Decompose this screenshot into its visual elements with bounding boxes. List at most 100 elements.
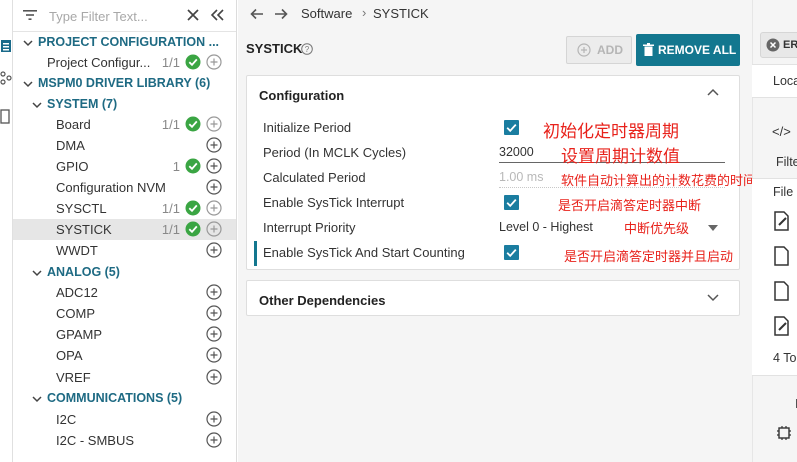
tree-group-label: MSPM0 DRIVER LIBRARY (6) [38,76,211,90]
file-icon[interactable] [774,246,790,266]
tree-item-adc12[interactable]: ADC12 [13,282,236,303]
help-icon[interactable]: ? [301,43,313,55]
chevron-down-icon [32,396,42,403]
trash-icon [643,43,654,56]
add-circle-icon[interactable] [206,116,222,132]
active-row-marker [254,241,257,266]
tree-group-label: SYSTEM (7) [47,97,118,111]
file-icon[interactable] [774,281,790,301]
add-circle-icon[interactable] [206,305,222,321]
tree-group-label: ANALOG (5) [47,265,120,279]
breadcrumb: Software › SYSTICK [238,0,752,28]
tree-group-communications[interactable]: COMMUNICATIONS (5) [13,388,236,409]
tree-item-dma[interactable]: DMA [13,135,236,156]
breadcrumb-software[interactable]: Software [301,6,352,21]
back-arrow-icon[interactable] [249,6,265,22]
initialize-period-checkbox[interactable] [504,120,519,135]
tree-item-i2c-smbus[interactable]: I2C - SMBUS [13,430,236,451]
item-count: 1/1 [161,222,180,237]
remove-all-button[interactable]: REMOVE ALL [636,34,740,66]
tree-item-label: SYSTICK [56,222,112,237]
collapse-sidebar-icon[interactable] [209,8,225,22]
annotation-enable-interrupt: 是否开启滴答定时器中断 [558,199,702,214]
tree-group-system[interactable]: SYSTEM (7) [13,94,236,115]
tree-item-comp[interactable]: COMP [13,303,236,324]
error-badge-label: ER [783,39,797,51]
close-icon[interactable] [186,8,200,22]
add-circle-icon[interactable] [206,432,222,448]
chevron-down-icon [32,270,42,277]
tree-item-vref[interactable]: VREF [13,367,236,388]
add-circle-icon[interactable] [206,158,222,174]
tree-item-project-configuration[interactable]: Project Configur... 1/1 [13,52,236,73]
main-panel: Software › SYSTICK SYSTICK ? ADD REMOVE … [238,0,756,462]
tree-item-systick[interactable]: SYSTICK 1/1 [13,219,236,240]
add-circle-icon[interactable] [206,326,222,342]
tree-item-sysctl[interactable]: SYSCTL 1/1 [13,198,236,219]
tree-item-i2c[interactable]: I2C [13,409,236,430]
tree-group-label: PROJECT CONFIGURATION ... [38,35,220,49]
checkmark-icon [506,198,517,208]
add-circle-icon[interactable] [206,284,222,300]
edit-file-icon[interactable] [774,316,790,336]
tree-item-label: COMP [56,306,95,321]
annotation-enable-and-start: 是否开启滴答定时器并且启动 [564,250,734,265]
add-circle-icon[interactable] [206,200,222,216]
add-circle-icon[interactable] [206,137,222,153]
tree-view-icon[interactable] [0,70,12,86]
add-circle-icon[interactable] [206,179,222,195]
chip-icon[interactable] [776,425,792,441]
tree-item-label: Configuration NVM [56,180,166,195]
breadcrumb-separator-icon: › [362,5,367,20]
panel-icon[interactable] [0,108,12,124]
tree-item-label: Board [56,117,91,132]
add-button[interactable]: ADD [566,36,632,64]
check-circle-icon [185,221,201,237]
chevron-down-icon [32,102,42,109]
add-circle-icon[interactable] [206,369,222,385]
error-icon [766,38,780,52]
tree-item-configuration-nvm[interactable]: Configuration NVM [13,177,236,198]
tree-group-driver-library[interactable]: MSPM0 DRIVER LIBRARY (6) [13,73,236,94]
enable-interrupt-checkbox[interactable] [504,195,519,210]
tree-group-analog[interactable]: ANALOG (5) [13,262,236,283]
chevron-down-icon[interactable] [707,294,719,302]
tree-item-label: Project Configur... [47,55,151,70]
annotation-set-period: 设置周期计数值 [561,147,680,167]
interrupt-priority-select[interactable]: Level 0 - Highest [499,219,725,238]
other-dependencies-card[interactable]: Other Dependencies [246,280,740,316]
add-circle-icon[interactable] [206,221,222,237]
tree-item-opa[interactable]: OPA [13,345,236,366]
tree-item-wwdt[interactable]: WWDT [13,240,236,261]
other-dependencies-title: Other Dependencies [259,293,386,308]
add-circle-icon[interactable] [206,347,222,363]
error-badge[interactable]: ER [760,32,797,58]
code-view-icon[interactable]: </> [772,124,791,139]
tree-item-gpio[interactable]: GPIO 1 [13,156,236,177]
chevron-down-icon [23,81,33,88]
item-count: 1/1 [161,117,180,132]
dropdown-caret-icon[interactable] [708,225,718,231]
filter-input[interactable] [49,6,179,26]
forward-arrow-icon[interactable] [273,6,289,22]
chevron-up-icon[interactable] [707,88,719,96]
right-panel: ER Loca </> Filte File 4 To I [752,0,797,462]
breadcrumb-systick: SYSTICK [373,6,429,21]
page-title: SYSTICK [246,41,303,56]
annotation-calculated-time: 软件自动计算出的计数花费的时间 [561,174,757,189]
title-row: SYSTICK ? ADD REMOVE ALL [238,28,752,68]
enable-start-counting-checkbox[interactable] [504,245,519,260]
edit-file-icon[interactable] [774,211,790,231]
list-view-icon[interactable] [0,38,12,54]
add-circle-icon[interactable] [206,411,222,427]
tree-item-gpamp[interactable]: GPAMP [13,324,236,345]
tree-item-label: GPAMP [56,327,102,342]
period-label: Period (In MCLK Cycles) [263,145,407,160]
enable-start-counting-label: Enable SysTick And Start Counting [263,245,465,260]
tree-item-label: I2C - SMBUS [56,433,135,448]
tree-item-label: GPIO [56,159,89,174]
tree-item-board[interactable]: Board 1/1 [13,114,236,135]
add-circle-icon[interactable] [206,242,222,258]
tree-group-project-configuration[interactable]: PROJECT CONFIGURATION ... [13,32,236,53]
add-circle-icon[interactable] [206,54,222,70]
